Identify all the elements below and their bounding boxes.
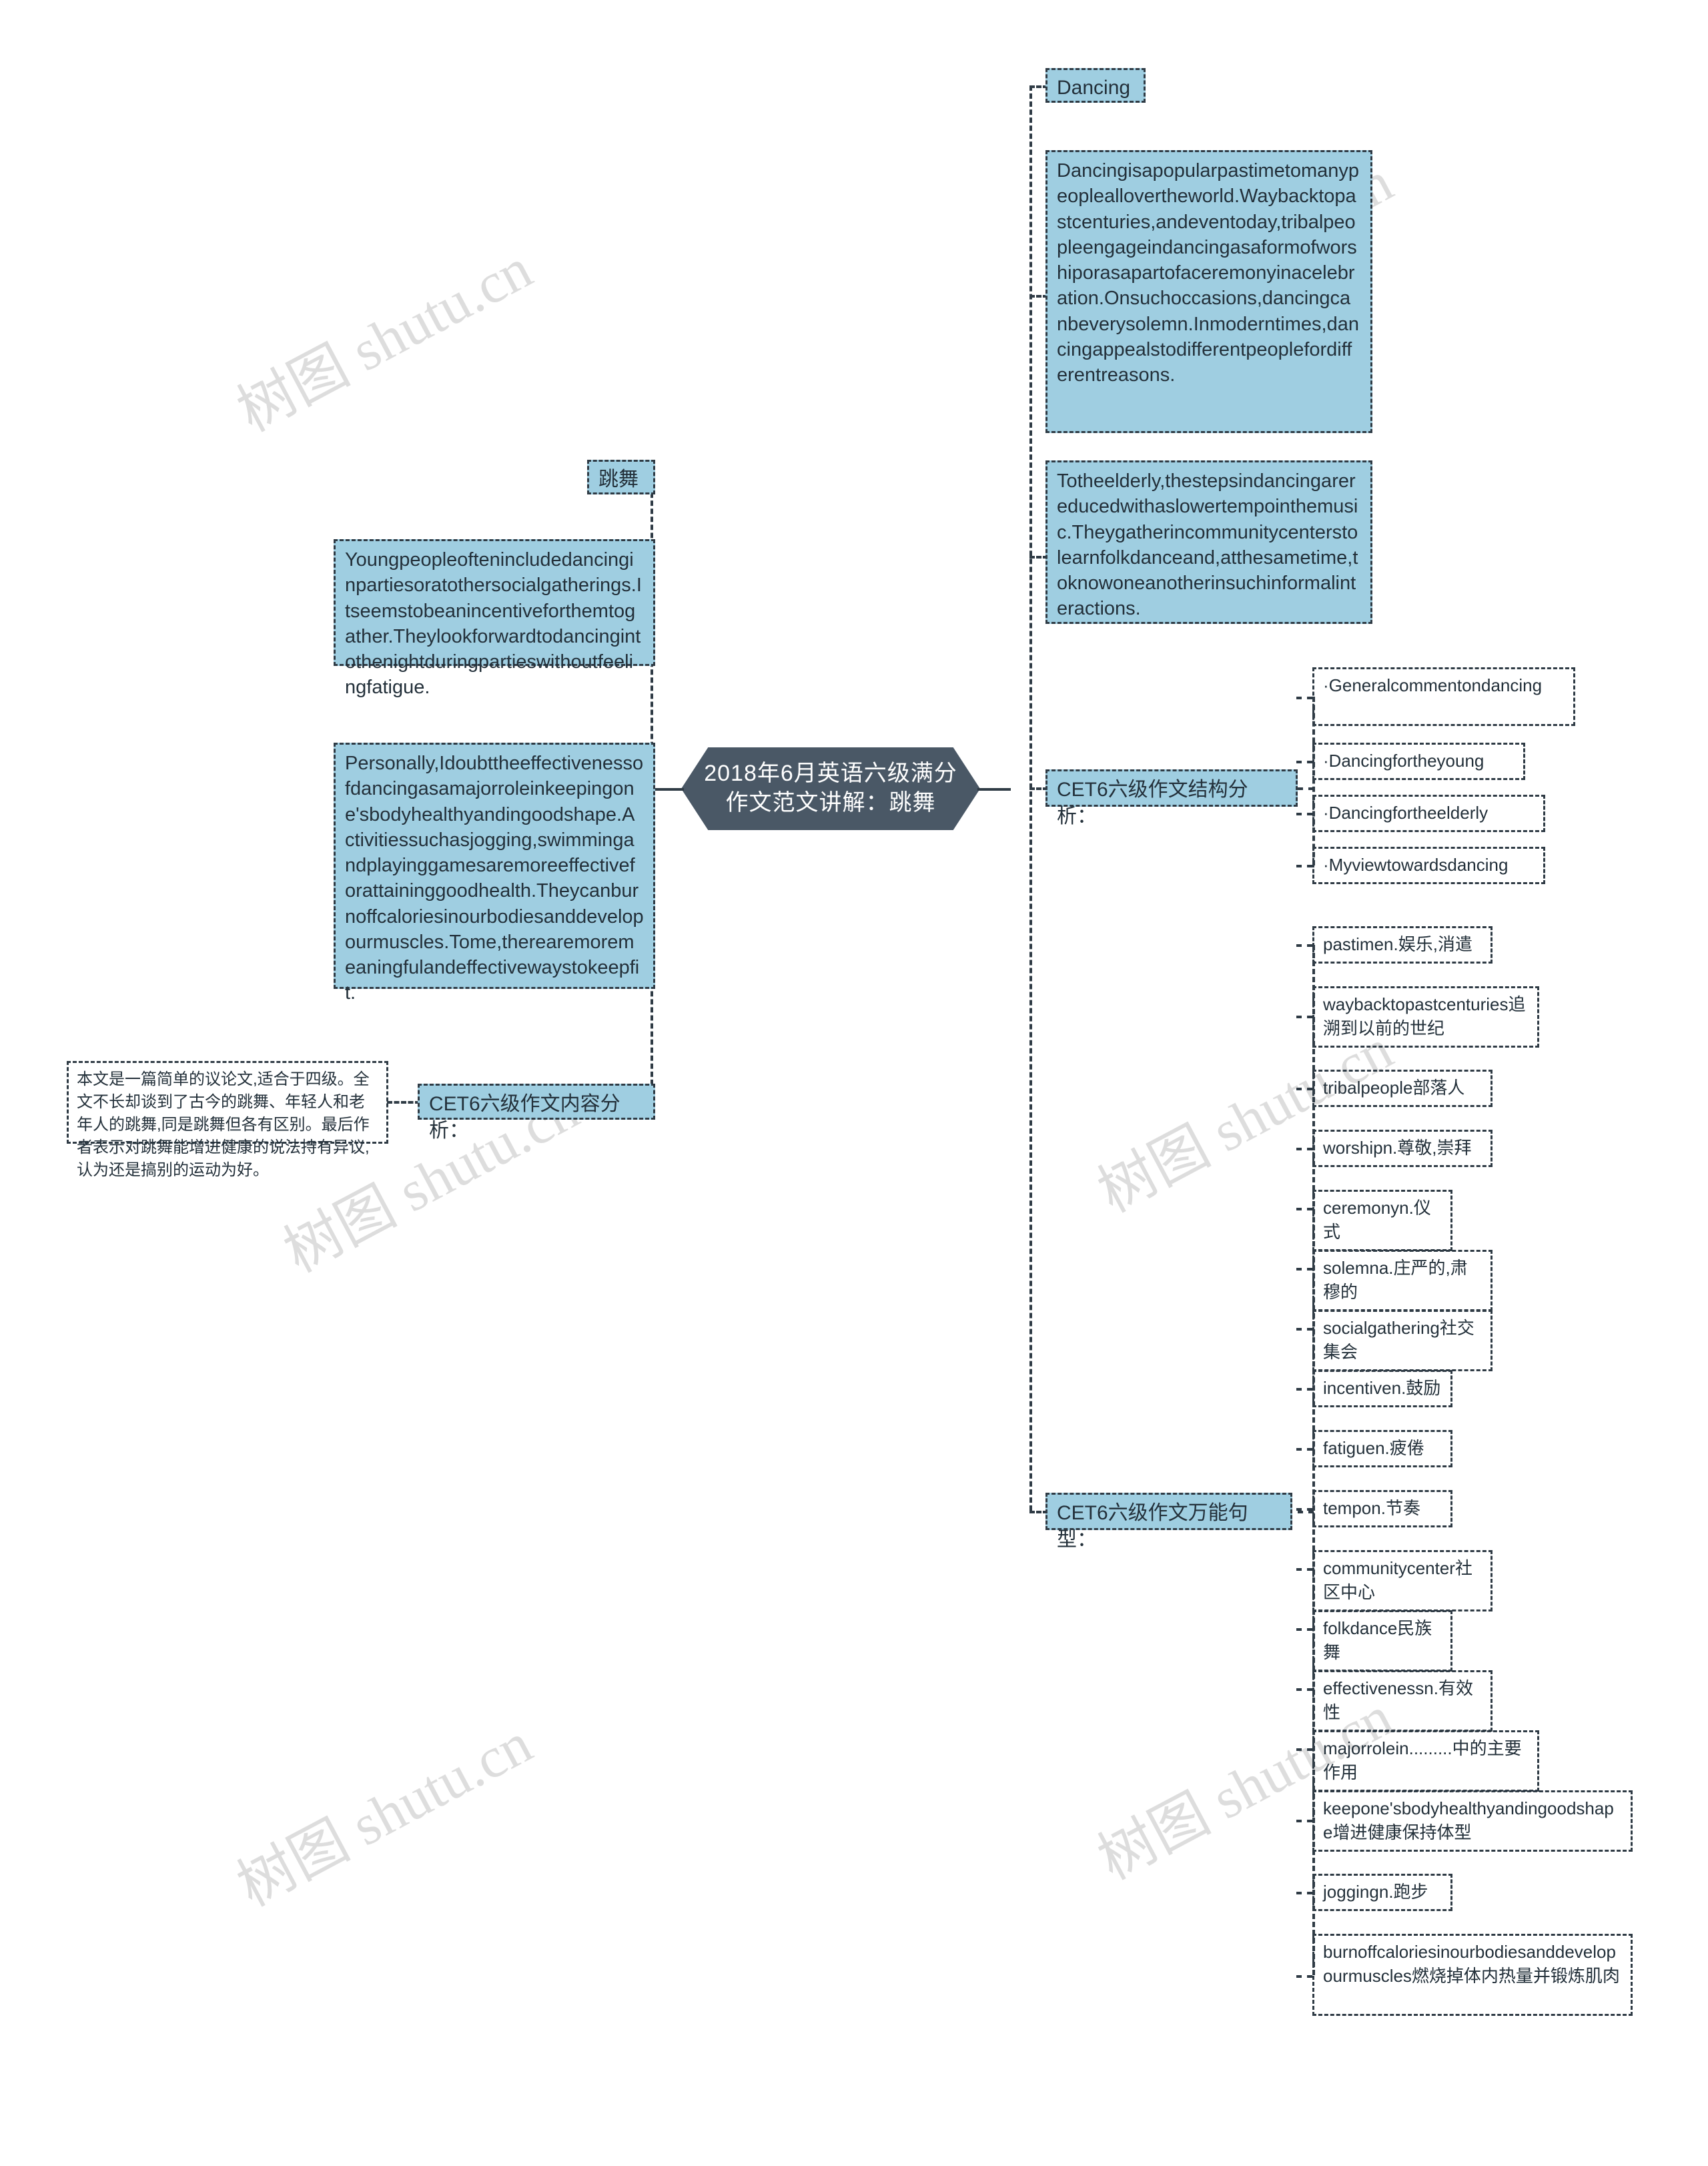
leaf-connector — [1296, 1567, 1312, 1571]
right-paragraph-general[interactable]: Dancingisapopularpastimetomanypeopleallo… — [1045, 150, 1372, 433]
sentence-pattern-item[interactable]: pastimen.娱乐,消遣 — [1312, 926, 1492, 964]
leaf-connector — [1296, 944, 1312, 947]
sentence-pattern-item[interactable]: keepone'sbodyhealthyandingoodshape增进健康保持… — [1312, 1790, 1633, 1852]
leaf-connector — [1296, 1147, 1312, 1150]
structure-analysis-item[interactable]: ·Generalcommentondancing — [1312, 667, 1575, 726]
leaf-connector — [1296, 1207, 1312, 1210]
sentence-pattern-item[interactable]: socialgathering社交集会 — [1312, 1310, 1492, 1371]
left-title-node[interactable]: 跳舞 — [587, 460, 655, 494]
right-title-node[interactable]: Dancing — [1045, 68, 1146, 103]
leaf-connector — [1296, 1087, 1312, 1090]
leaf-connector — [1296, 1820, 1312, 1822]
content-analysis-note[interactable]: 本文是一篇简单的议论文,适合于四级。全文不长却谈到了古今的跳舞、年轻人和老年人的… — [67, 1061, 388, 1179]
right-trunk — [1029, 85, 1032, 1511]
sentence-pattern-item[interactable]: waybacktopastcenturies追溯到以前的世纪 — [1312, 986, 1539, 1048]
leaf-connector — [1296, 1016, 1312, 1018]
leaf-connector — [1296, 1447, 1312, 1451]
root-right-stub — [977, 788, 1011, 791]
structure-stub — [1298, 787, 1314, 790]
leaf-connector — [1296, 697, 1312, 699]
sentence-pattern-item[interactable]: joggingn.跑步 — [1312, 1874, 1452, 1911]
sentence-pattern-item[interactable]: ceremonyn.仪式 — [1312, 1190, 1452, 1251]
sentence-pattern-item[interactable]: majorrolein.........中的主要作用 — [1312, 1730, 1539, 1792]
root-left-stub — [651, 788, 684, 791]
leaf-connector — [1296, 812, 1312, 815]
right-paragraph-elderly[interactable]: Totheelderly,thestepsindancingarereduced… — [1045, 460, 1372, 624]
left-paragraph-personal[interactable]: Personally,Idoubttheeffectivenessofdanci… — [334, 743, 655, 1004]
structure-analysis-item[interactable]: ·Myviewtowardsdancing — [1312, 847, 1545, 884]
structure-analysis-item[interactable]: ·Dancingfortheyoung — [1312, 743, 1525, 780]
left-content-analysis-node[interactable]: CET6六级作文内容分析： — [418, 1084, 655, 1142]
leaf-connector — [1296, 1628, 1312, 1631]
content-note-link — [387, 1101, 420, 1104]
patterns-stub — [1298, 1511, 1314, 1513]
right-sentence-patterns-node[interactable]: CET6六级作文万能句型： — [1045, 1493, 1292, 1551]
sentence-pattern-item[interactable]: fatiguen.疲倦 — [1312, 1430, 1452, 1467]
leaf-connector — [1296, 1267, 1312, 1271]
leaf-connector — [1296, 760, 1312, 763]
sentence-pattern-item[interactable]: solemna.庄严的,肃穆的 — [1312, 1250, 1492, 1311]
sentence-pattern-item[interactable]: burnoffcaloriesinourbodiesanddevelopourm… — [1312, 1934, 1633, 2016]
sentence-pattern-item[interactable]: effectivenessn.有效性 — [1312, 1670, 1492, 1732]
leaf-connector — [1296, 1891, 1312, 1894]
leaf-connector — [1296, 1974, 1312, 1978]
root-node[interactable]: 2018年6月英语六级满分作文范文讲解：跳舞 — [681, 747, 980, 830]
leaf-connector — [1296, 1327, 1312, 1331]
sentence-pattern-item[interactable]: folkdance民族舞 — [1312, 1610, 1452, 1672]
sentence-pattern-item[interactable]: tribalpeople部落人 — [1312, 1070, 1492, 1107]
sentence-pattern-item[interactable]: worshipn.尊敬,崇拜 — [1312, 1130, 1492, 1167]
sentence-pattern-item[interactable]: incentiven.鼓励 — [1312, 1370, 1452, 1407]
sentence-pattern-item[interactable]: tempon.节奏 — [1312, 1490, 1452, 1527]
right-structure-analysis-node[interactable]: CET6六级作文结构分析： — [1045, 769, 1298, 827]
leaf-connector — [1296, 1688, 1312, 1691]
left-paragraph-young[interactable]: Youngpeopleoftenincludedancinginpartieso… — [334, 539, 655, 698]
leaf-connector — [1296, 864, 1312, 867]
structure-analysis-item[interactable]: ·Dancingfortheelderly — [1312, 795, 1545, 832]
mindmap-canvas: 2018年6月英语六级满分作文范文讲解：跳舞 跳舞 Youngpeopleoft… — [0, 0, 1708, 2166]
leaf-connector — [1296, 1748, 1312, 1751]
leaf-connector — [1296, 1387, 1312, 1391]
leaf-connector — [1296, 1507, 1312, 1511]
sentence-pattern-item[interactable]: communitycenter社区中心 — [1312, 1550, 1492, 1611]
